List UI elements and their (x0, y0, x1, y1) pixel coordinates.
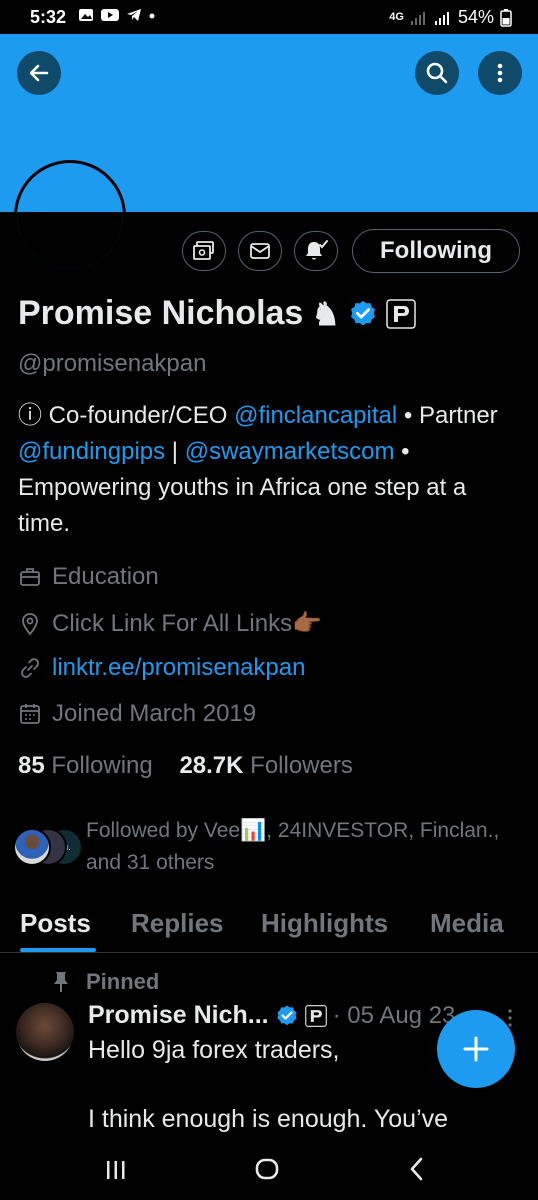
profile-handle: @promisenakpan (18, 350, 207, 377)
followers-label: Followers (250, 752, 353, 779)
joined-label: Joined March 2019 (52, 700, 257, 727)
tweet-author-avatar[interactable] (16, 1003, 74, 1061)
battery-icon (500, 8, 512, 27)
back-button[interactable] (17, 51, 61, 95)
profile-bio: ⓘ Co-founder/CEO @finclancapital • Partn… (18, 398, 518, 542)
tweet-text-line-1: Hello 9ja forex traders, (88, 1036, 340, 1064)
tweet-header: Promise Nich... · 05 Aug 23 (88, 1001, 455, 1030)
message-button[interactable] (238, 231, 282, 271)
following-label: Following (51, 752, 153, 779)
plus-icon (463, 1036, 489, 1062)
envelope-icon (250, 243, 270, 259)
money-icon (193, 241, 214, 260)
signal-icon-2 (434, 11, 449, 25)
mention-finclancapital[interactable]: @finclancapital (234, 402, 397, 429)
profile-location: Click Link For All Links👉🏾 (18, 609, 322, 638)
vertical-dots-icon (497, 63, 503, 83)
website-link[interactable]: linktr.ee/promisenakpan (52, 654, 305, 682)
status-time: 5:32 (30, 7, 67, 27)
gallery-icon (79, 9, 93, 21)
system-nav-bar (0, 1140, 538, 1200)
bio-text-1: ⓘ Co-founder/CEO (18, 402, 235, 429)
bell-check-icon (306, 240, 328, 260)
following-link[interactable]: 85 Following (18, 752, 153, 779)
follower-avatar-1 (13, 828, 51, 866)
followed-by-text[interactable]: Followed by Vee📊, 24INVESTOR, Finclan., … (86, 815, 526, 879)
link-icon (21, 658, 39, 678)
tweet-text-line-2: I think enough is enough. You’ve (88, 1105, 449, 1133)
following-button[interactable]: Following (352, 229, 520, 273)
tweet-author-name[interactable]: Promise Nich... (88, 1001, 269, 1030)
telegram-icon (127, 9, 141, 21)
dot-icon (149, 13, 155, 19)
network-type: 4G (389, 11, 404, 23)
tab-media[interactable]: Media (430, 908, 504, 939)
subscribe-button[interactable] (182, 231, 226, 271)
profile-avatar[interactable] (14, 160, 126, 272)
home-icon[interactable] (254, 1156, 280, 1182)
pinned-label: Pinned (86, 969, 160, 994)
followers-link[interactable]: 28.7K Followers (179, 752, 352, 779)
recent-apps-icon[interactable] (104, 1158, 128, 1182)
search-button[interactable] (415, 51, 459, 95)
pin-icon (54, 972, 68, 992)
profile-category: Education (18, 563, 159, 591)
followers-count: 28.7K (179, 752, 244, 779)
search-icon (426, 62, 448, 84)
notification-icons (78, 7, 156, 23)
chess-knight-icon: ♞ (311, 295, 341, 332)
follow-counts: 85 Following 28.7K Followers (18, 752, 353, 780)
more-options-button[interactable] (478, 51, 522, 95)
bio-text-3: | (165, 438, 185, 465)
affiliate-logo-icon (304, 1004, 327, 1027)
tab-highlights[interactable]: Highlights (261, 908, 388, 939)
profile-website: linktr.ee/promisenakpan (18, 654, 305, 682)
calendar-icon (20, 704, 40, 724)
status-right: 4G 54% (389, 7, 512, 28)
battery-percent: 54% (457, 7, 494, 27)
pinned-row: Pinned (52, 969, 159, 995)
category-label: Education (52, 563, 159, 590)
bio-text-2: • Partner (397, 402, 498, 429)
mention-fundingpips[interactable]: @fundingpips (18, 438, 165, 465)
back-arrow-icon (29, 64, 49, 82)
notifications-button[interactable] (294, 231, 338, 271)
mention-swaymarketscom[interactable]: @swaymarketscom (185, 438, 395, 465)
verified-badge-icon (351, 300, 376, 325)
youtube-icon (101, 9, 119, 21)
profile-name: Promise Nicholas (18, 294, 304, 332)
following-count: 85 (18, 752, 45, 779)
signal-icon (410, 11, 425, 25)
affiliate-logo-icon (386, 298, 416, 329)
location-pin-icon (22, 612, 38, 635)
location-label: Click Link For All Links👉🏾 (52, 610, 322, 637)
compose-post-button[interactable] (437, 1010, 515, 1088)
profile-name-row: Promise Nicholas ♞ (18, 294, 416, 333)
back-nav-icon[interactable] (404, 1156, 430, 1182)
avatar-mask (17, 212, 123, 269)
tweet-date: · 05 Aug 23 (332, 1001, 456, 1029)
profile-tabs: Posts Replies Highlights Media (0, 900, 538, 953)
verified-badge-icon (277, 1005, 297, 1025)
tab-replies[interactable]: Replies (131, 908, 224, 939)
briefcase-icon (20, 568, 40, 586)
tab-posts[interactable]: Posts (20, 908, 91, 939)
active-tab-indicator (20, 948, 96, 952)
profile-joined: Joined March 2019 (18, 700, 256, 728)
status-bar: 5:32 4G 54% (0, 0, 538, 34)
